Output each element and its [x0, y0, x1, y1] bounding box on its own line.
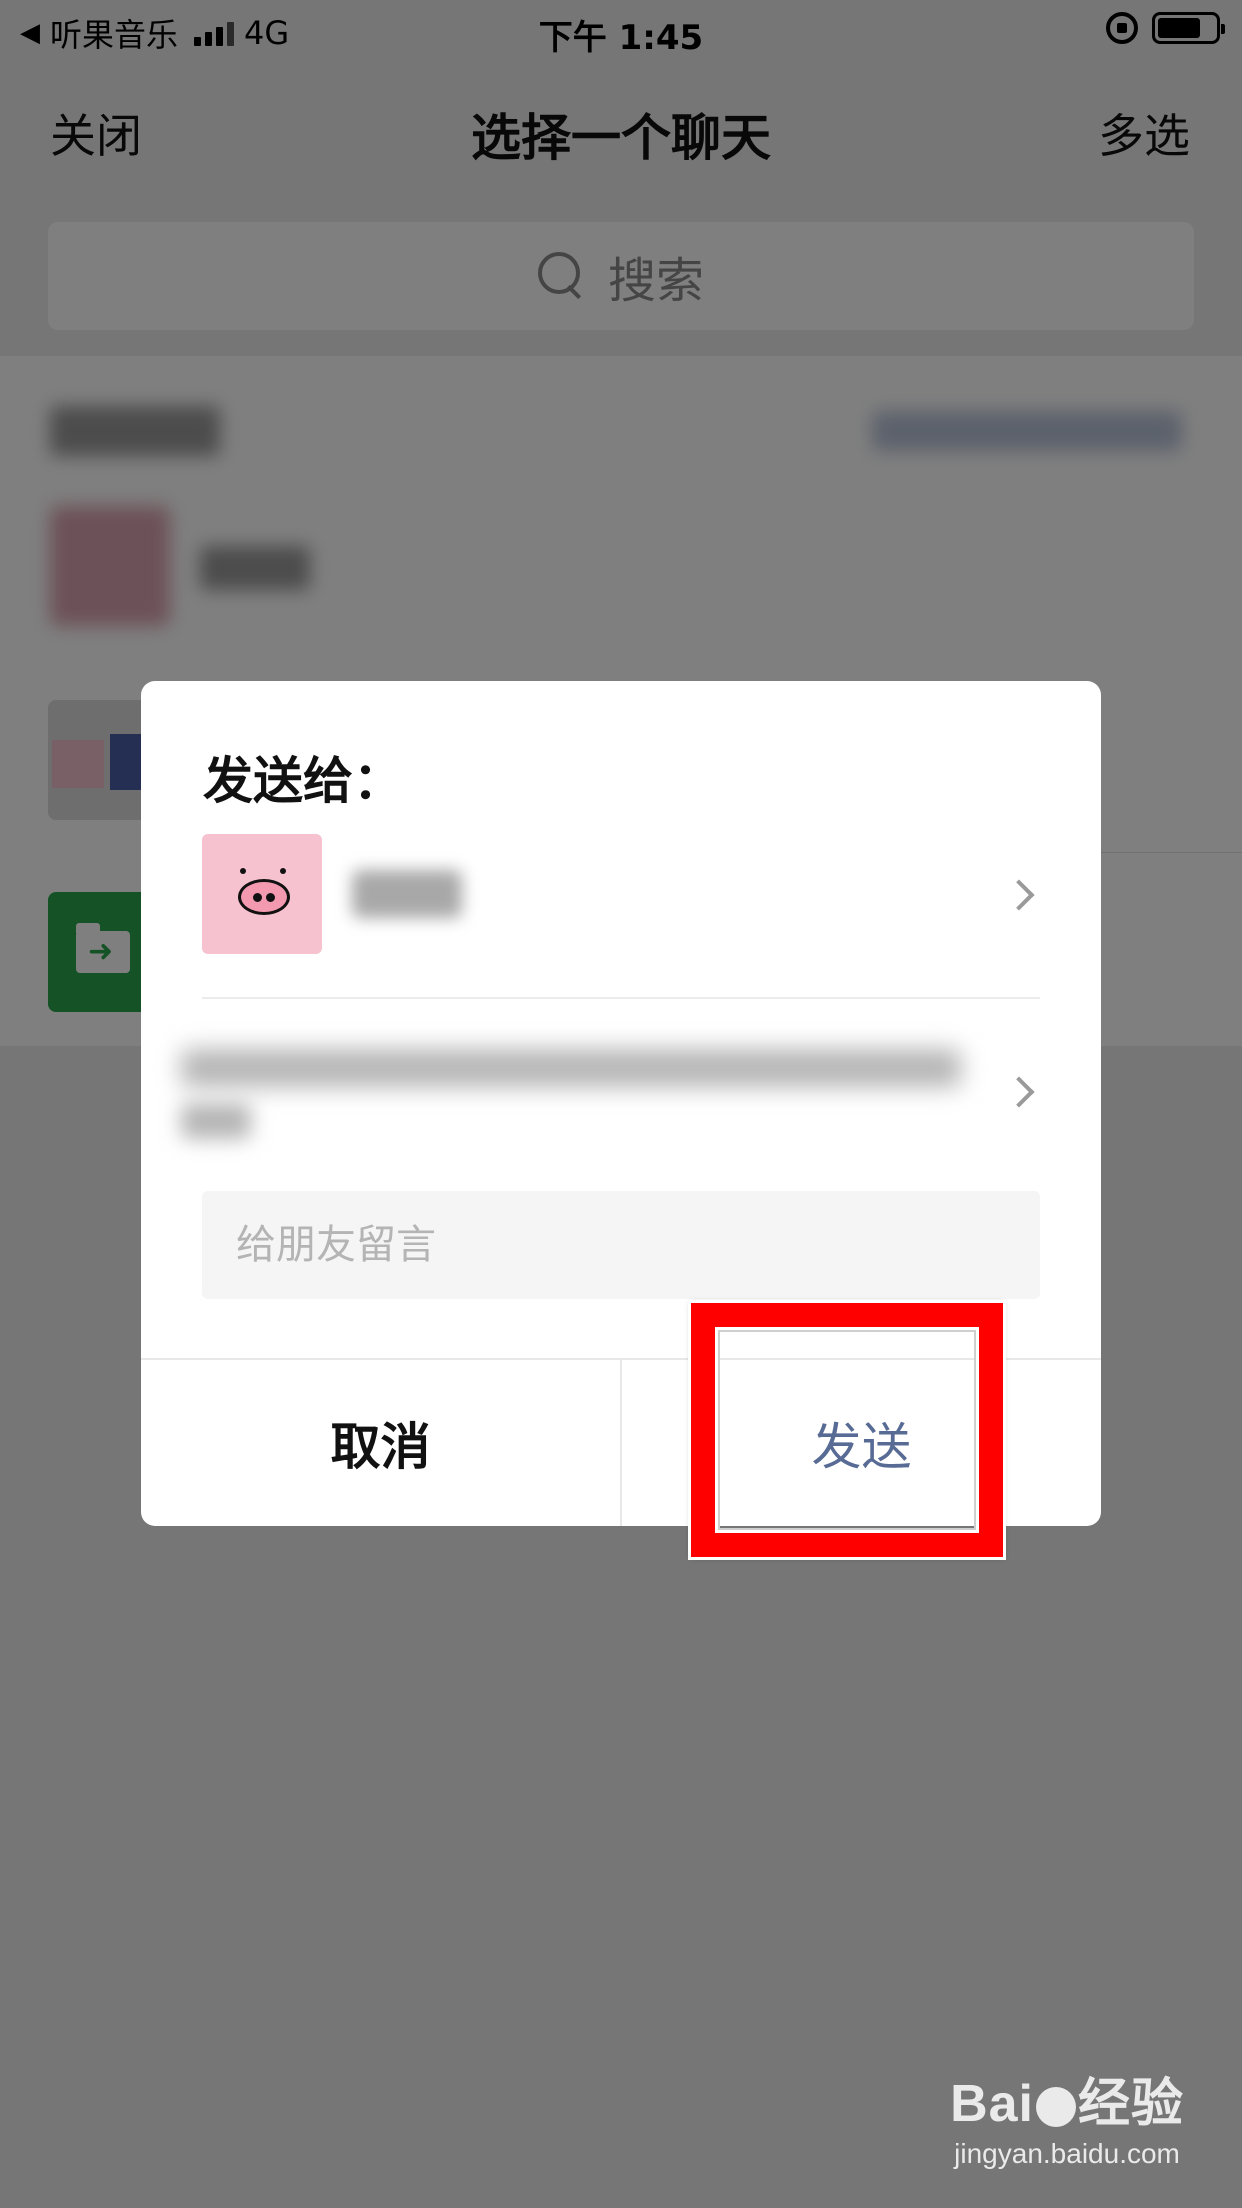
paw-icon	[1035, 2087, 1076, 2128]
chevron-right-icon	[1003, 1076, 1035, 1108]
message-preview[interactable]	[171, 1029, 971, 1153]
highlight-box	[688, 1300, 1006, 1560]
pig-eye-icon	[240, 868, 246, 874]
watermark-logo-right: 经验	[1077, 2075, 1184, 2133]
cancel-button[interactable]: 取消	[141, 1360, 620, 1526]
pig-avatar	[202, 834, 322, 954]
recipient-row[interactable]	[202, 834, 1040, 954]
chevron-right-icon	[1003, 879, 1035, 911]
watermark-url: jingyan.baidu.com	[954, 2138, 1180, 2169]
preview-text	[181, 1049, 961, 1087]
watermark-logo-left: Bai	[950, 2075, 1034, 2133]
comment-input[interactable]	[202, 1191, 1040, 1299]
dialog-title: 发送给：	[203, 752, 403, 810]
recipient-name	[352, 870, 462, 918]
dialog-divider	[202, 997, 1040, 999]
pig-eye-icon	[280, 868, 286, 874]
watermark-logo: Bai 经验	[950, 2061, 1184, 2136]
pig-nose-icon	[238, 879, 290, 915]
baidu-watermark: Bai 经验 jingyan.baidu.com	[950, 2061, 1184, 2170]
preview-text	[181, 1103, 251, 1139]
